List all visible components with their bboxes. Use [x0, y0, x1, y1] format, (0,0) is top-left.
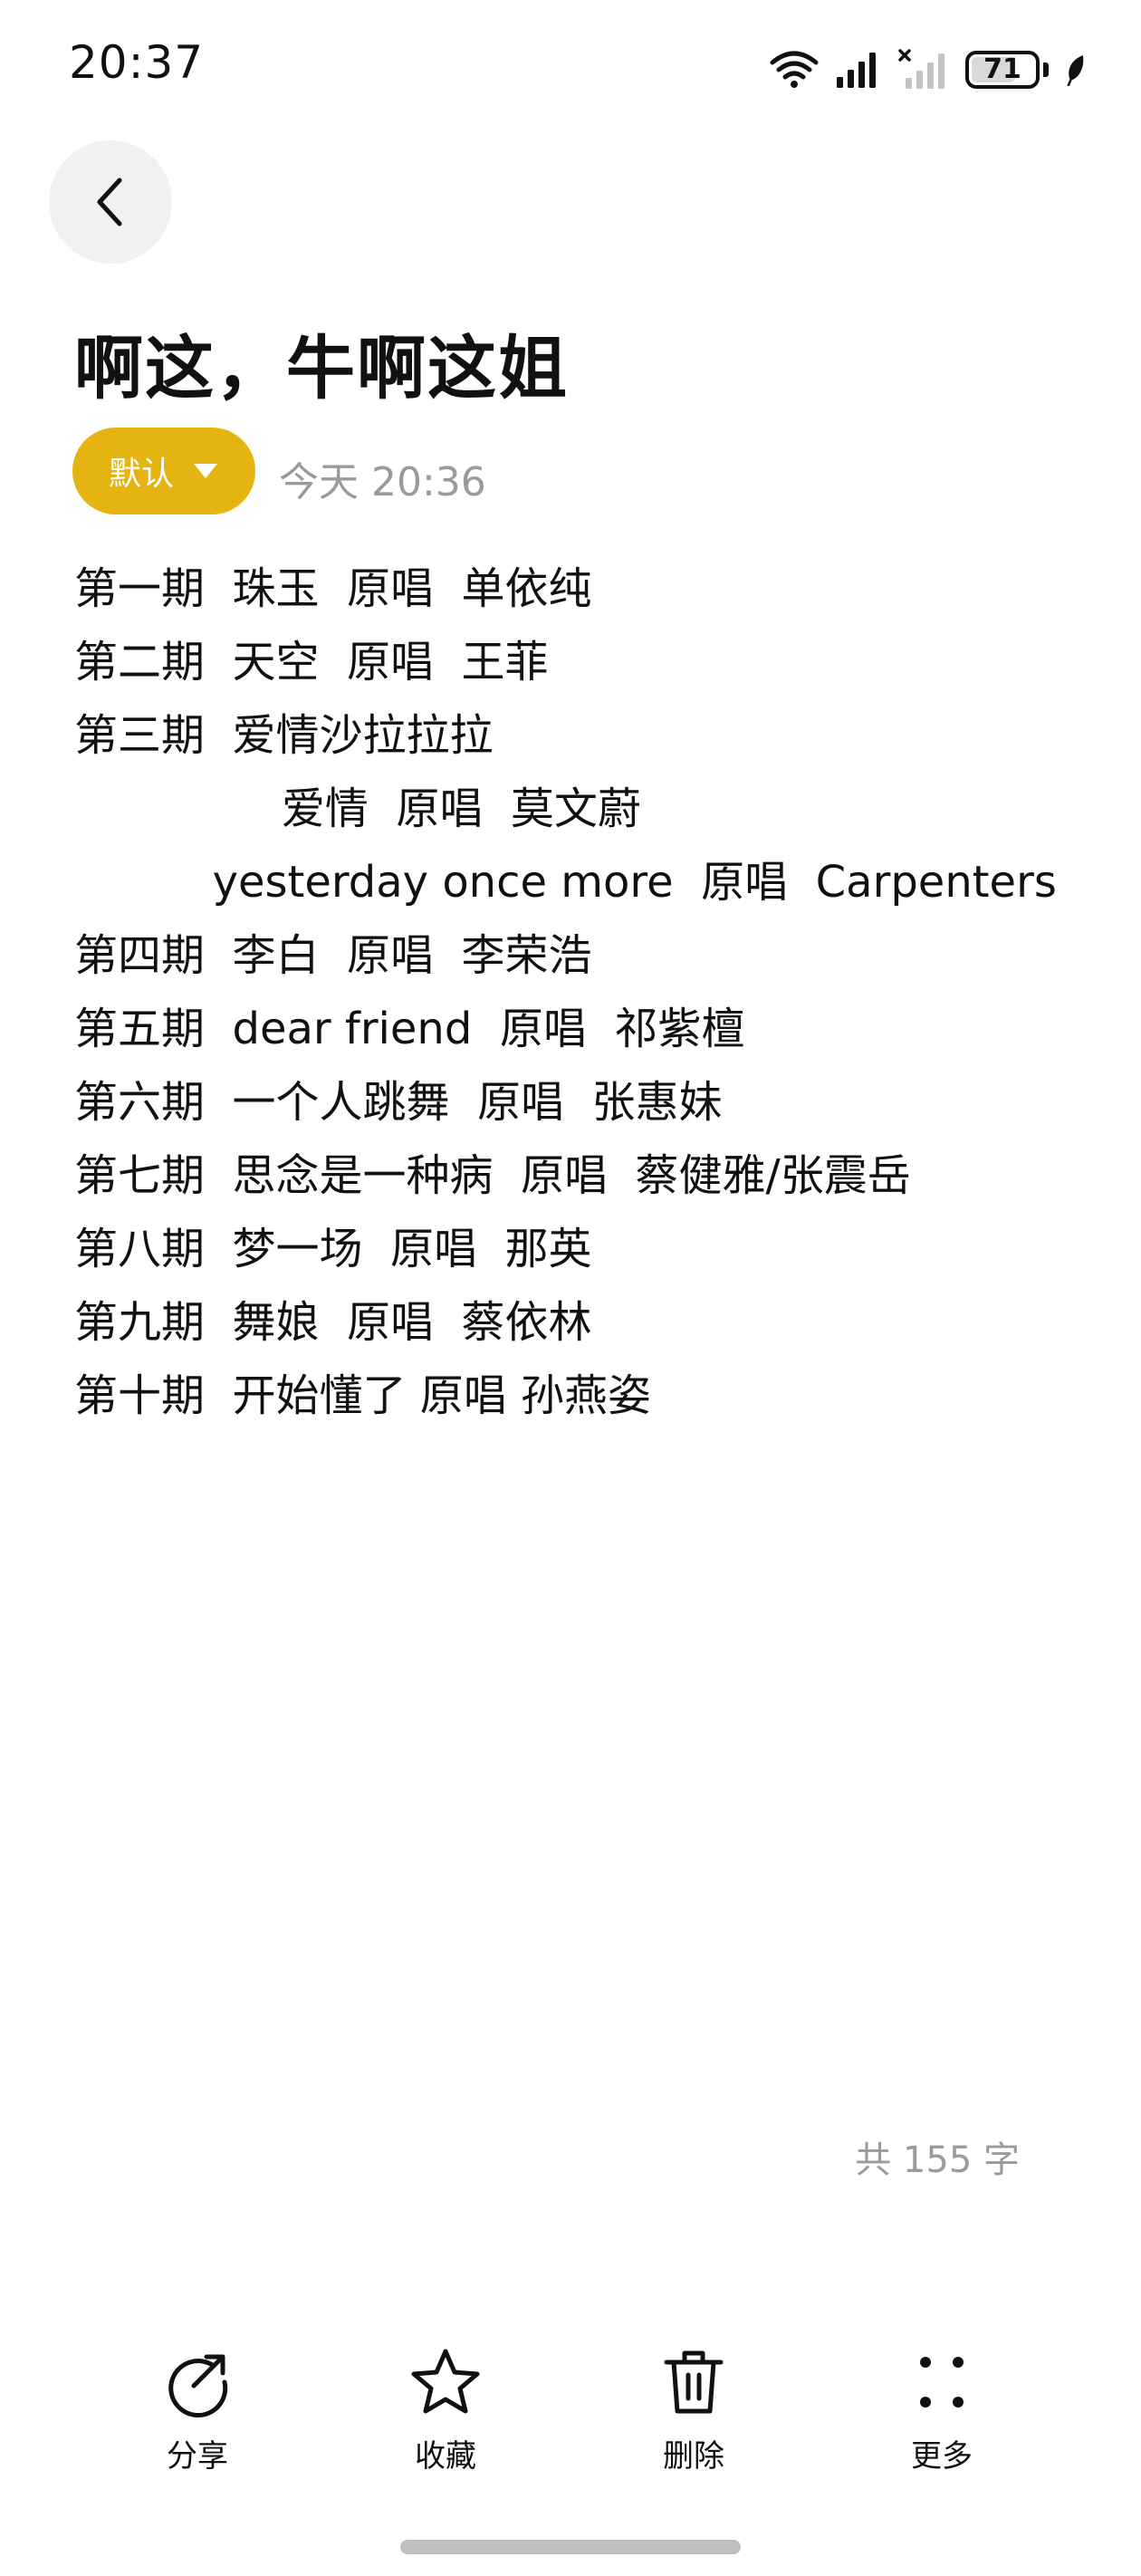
battery-level: 71 — [983, 53, 1021, 85]
note-line: yesterday once more 原唱 Carpenters — [74, 857, 1057, 908]
status-bar: 20:37 71 — [0, 0, 1141, 136]
signal-icon — [837, 53, 876, 88]
more-label: 更多 — [911, 2438, 973, 2475]
note-timestamp: 今天 20:36 — [279, 459, 486, 505]
battery-cap — [1043, 62, 1049, 77]
delete-label: 删除 — [663, 2438, 724, 2475]
note-line: 第七期 思念是一种病 原唱 蔡健雅/张震岳 — [74, 1150, 911, 1201]
word-count: 共 155 字 — [855, 2139, 1020, 2181]
more-dots-icon — [920, 2357, 964, 2408]
delete-button[interactable]: 删除 — [603, 2346, 784, 2475]
note-body[interactable]: 第一期 珠玉 原唱 单依纯 第二期 天空 原唱 王菲 第三期 爱情沙拉拉拉 爱情… — [74, 553, 1088, 1433]
star-icon — [411, 2349, 480, 2414]
note-line: 第八期 梦一场 原唱 那英 — [74, 1224, 592, 1274]
favorite-label: 收藏 — [415, 2438, 476, 2475]
category-label: 默认 — [108, 456, 174, 493]
caret-down-icon — [194, 464, 217, 478]
bottom-toolbar: 分享 收藏 删除 更多 — [0, 2346, 1141, 2482]
category-dropdown[interactable]: 默认 — [72, 428, 255, 514]
note-line: 第三期 爱情沙拉拉拉 — [74, 710, 494, 761]
eco-leaf-icon — [1067, 55, 1084, 86]
chevron-left-icon — [97, 178, 122, 226]
signal-no-service-icon — [898, 49, 944, 89]
status-icons: 71 — [770, 47, 1087, 92]
favorite-button[interactable]: 收藏 — [355, 2346, 536, 2475]
note-line: 第二期 天空 原唱 王菲 — [74, 637, 549, 687]
note-line: 第一期 珠玉 原唱 单依纯 — [74, 563, 592, 614]
note-title[interactable]: 啊这，牛啊这姐 — [74, 312, 569, 412]
share-button[interactable]: 分享 — [107, 2346, 288, 2475]
battery-icon: 71 — [965, 51, 1040, 89]
share-icon — [168, 2354, 228, 2418]
note-line: 第九期 舞娘 原唱 蔡依林 — [74, 1297, 592, 1348]
wifi-icon — [770, 51, 819, 88]
more-button[interactable]: 更多 — [851, 2346, 1032, 2475]
share-label: 分享 — [167, 2438, 228, 2475]
trash-icon — [664, 2350, 724, 2414]
note-line: 爱情 原唱 莫文蔚 — [74, 783, 641, 834]
note-line: 第六期 一个人跳舞 原唱 张惠妹 — [74, 1077, 723, 1128]
note-line: 第十期 开始懂了 原唱 孙燕姿 — [74, 1370, 652, 1421]
back-button[interactable] — [49, 140, 172, 264]
status-time: 20:37 — [69, 36, 205, 89]
note-line: 第五期 dear friend 原唱 祁紫檀 — [74, 1004, 745, 1054]
home-indicator[interactable] — [400, 2540, 741, 2554]
note-line: 第四期 李白 原唱 李荣浩 — [74, 930, 592, 981]
